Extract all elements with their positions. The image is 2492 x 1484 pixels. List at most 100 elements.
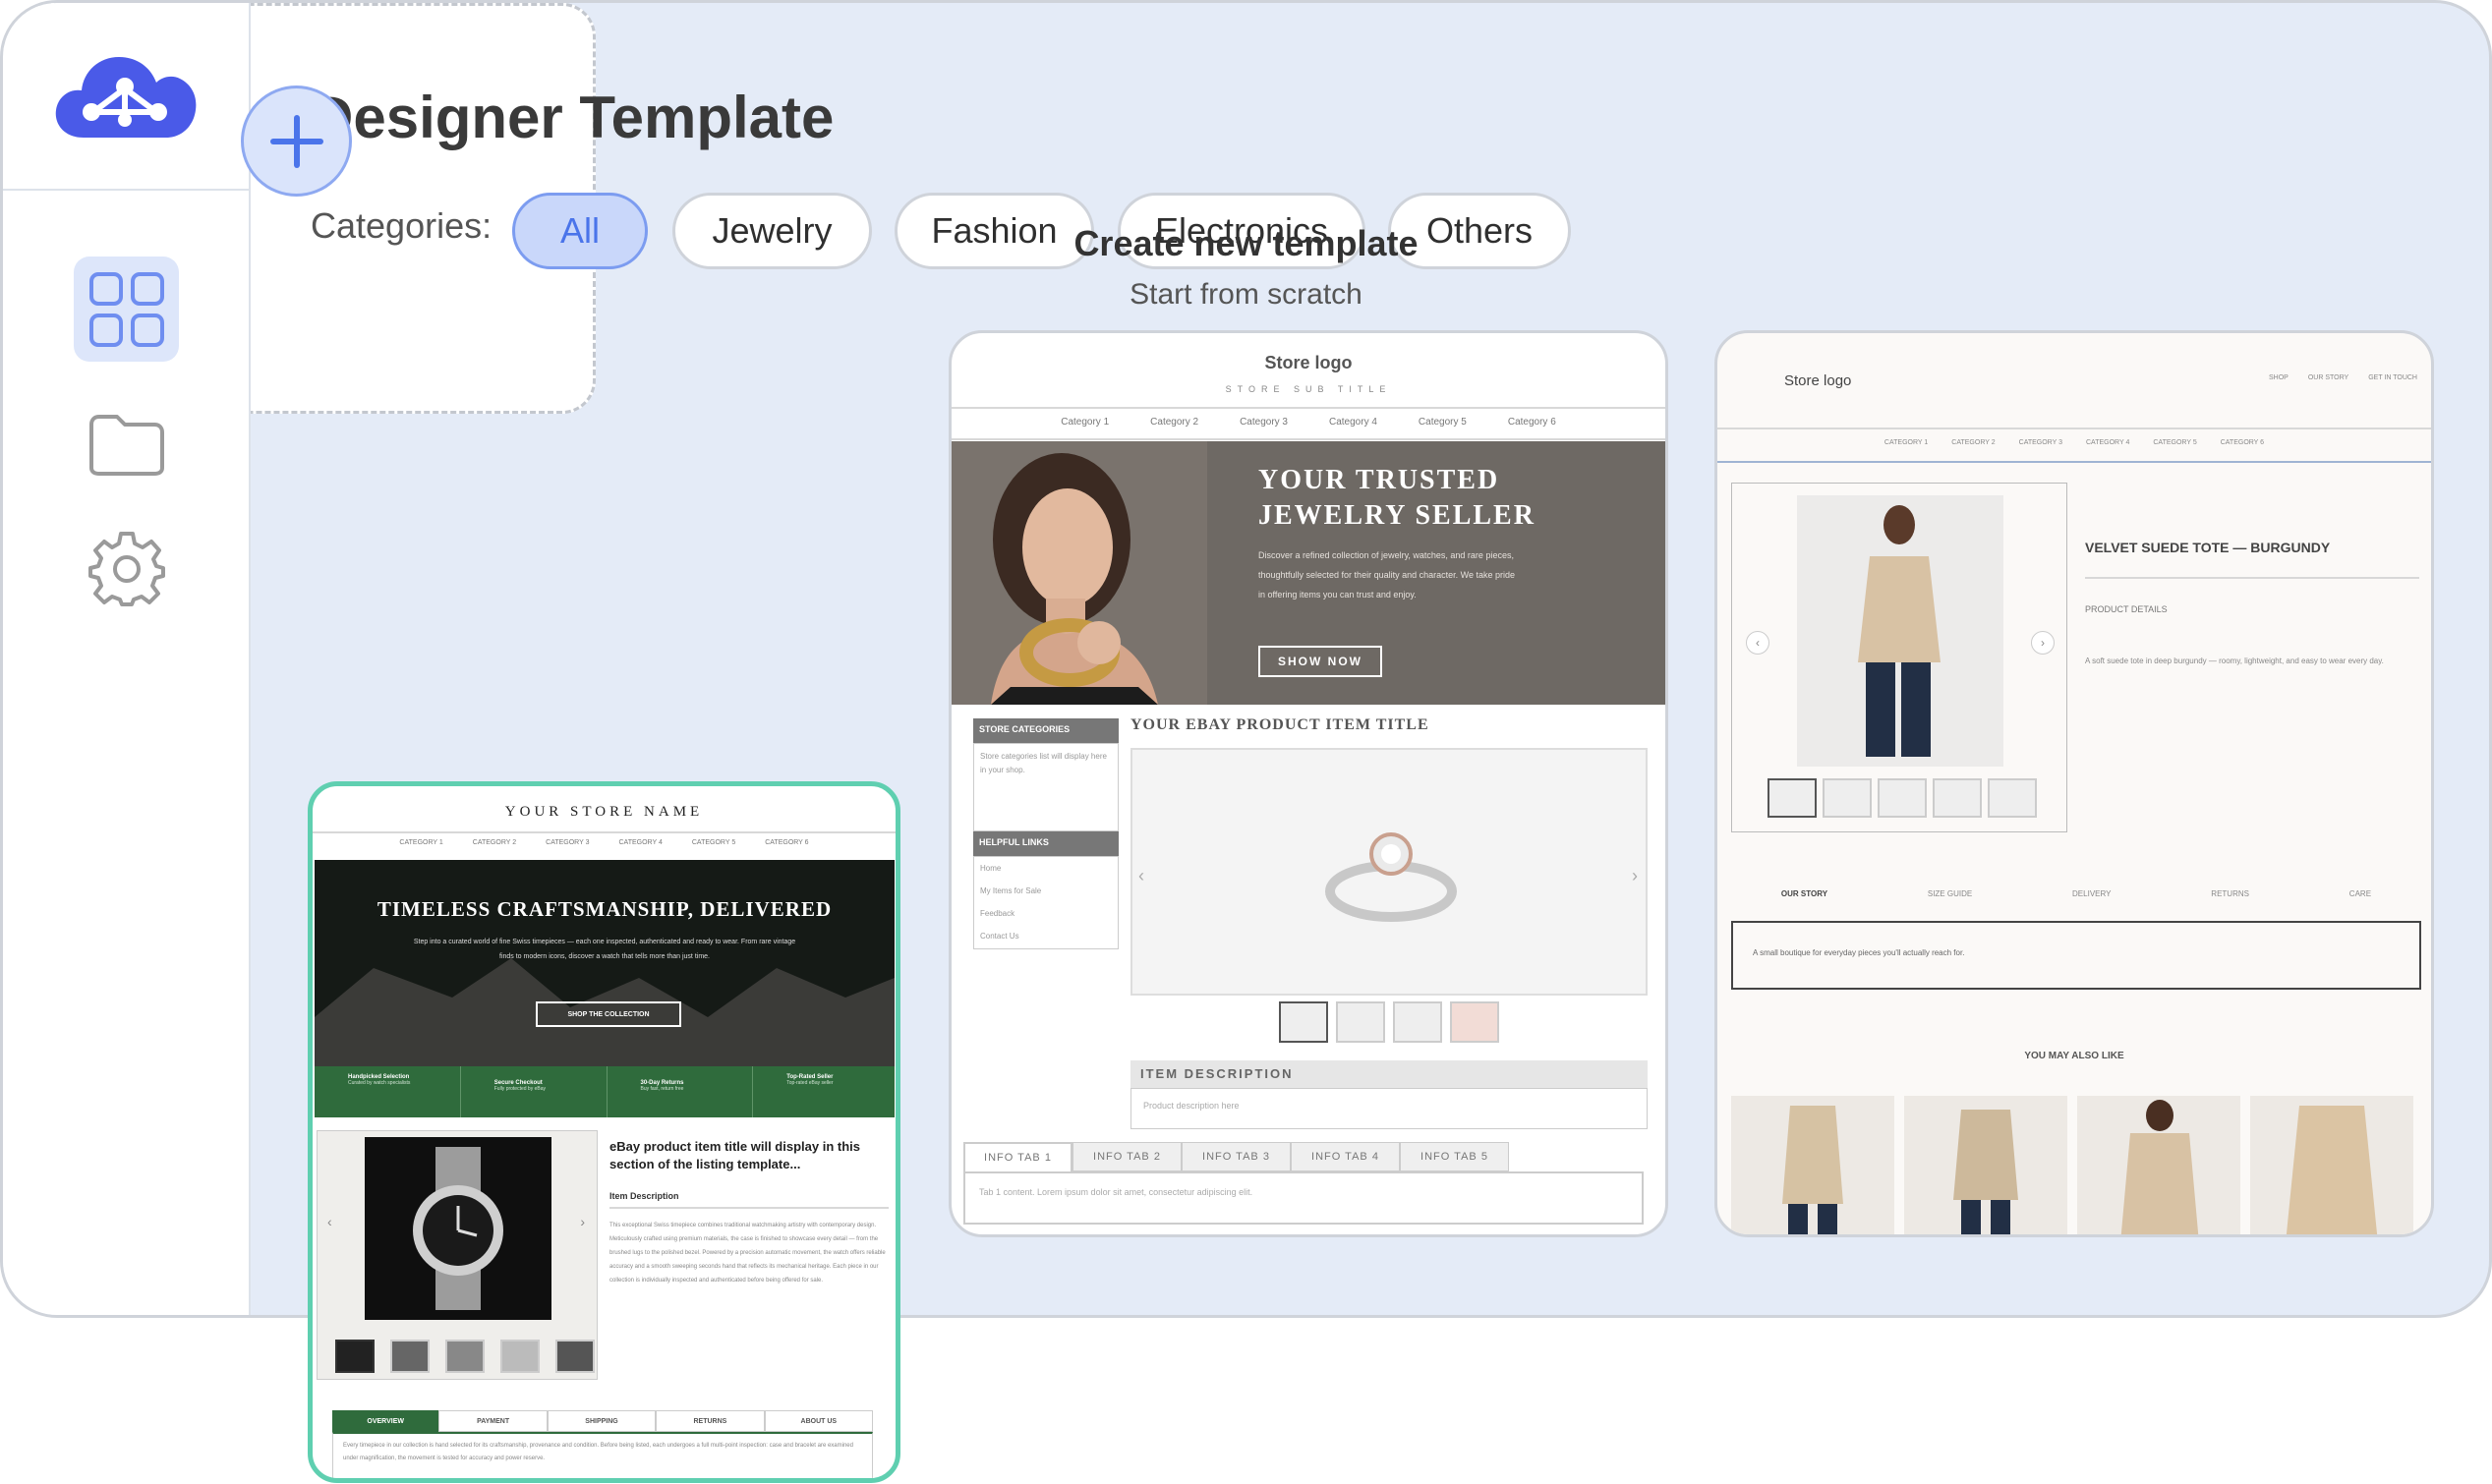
product-title: VELVET SUEDE TOTE — BURGUNDY — [2085, 540, 2331, 555]
hero-text: Step into a curated world of fine Swiss … — [413, 939, 796, 960]
features-strip: Handpicked Selection Curated by watch sp… — [315, 1066, 895, 1117]
carousel-next-icon[interactable]: › — [2031, 631, 2055, 655]
info-tabs: INFO TAB 1 INFO TAB 2 INFO TAB 3 INFO TA… — [963, 1142, 1509, 1171]
product-item-title: YOUR EBAY PRODUCT ITEM TITLE — [1130, 716, 1429, 733]
nav-item[interactable]: CATEGORY 3 — [546, 839, 589, 846]
nav-item[interactable]: Category 4 — [1329, 417, 1377, 428]
coat-image — [1953, 1110, 2018, 1234]
tab-delivery[interactable]: DELIVERY — [2072, 889, 2111, 898]
nav-item[interactable]: Category 5 — [1419, 417, 1467, 428]
tab-content: Every timepiece in our collection is han… — [332, 1432, 873, 1478]
nav-item[interactable]: Category 1 — [1061, 417, 1109, 428]
thumbnail[interactable] — [1768, 778, 1817, 818]
tab-size-guide[interactable]: SIZE GUIDE — [1928, 889, 1972, 898]
tab-info-1[interactable]: INFO TAB 1 — [963, 1142, 1072, 1171]
carousel-next-icon[interactable]: › — [1632, 866, 1638, 886]
thumbnail[interactable] — [1336, 1001, 1385, 1043]
nav-item[interactable]: CATEGORY 6 — [2221, 439, 2264, 446]
product-item-title: eBay product item title will display in … — [609, 1139, 860, 1171]
thumbnail[interactable] — [1450, 1001, 1499, 1043]
tab-returns[interactable]: RETURNS — [2211, 889, 2249, 898]
carousel-prev-icon[interactable]: ‹ — [1746, 631, 1769, 655]
shop-collection-button[interactable]: SHOP THE COLLECTION — [536, 1001, 681, 1027]
feature-item: Handpicked Selection Curated by watch sp… — [315, 1066, 461, 1117]
shop-now-button[interactable]: SHOW NOW — [1258, 646, 1382, 677]
product-suggestion[interactable] — [1904, 1096, 2067, 1234]
carousel-prev-icon[interactable]: ‹ — [1138, 866, 1144, 886]
header-link[interactable]: SHOP — [2269, 374, 2289, 381]
nav-item[interactable]: CATEGORY 2 — [1951, 439, 1995, 446]
tab-care[interactable]: CARE — [2349, 889, 2371, 898]
item-description-header: ITEM DESCRIPTION — [1130, 1060, 1648, 1088]
store-nav: Category 1 Category 2 Category 3 Categor… — [952, 417, 1665, 428]
tab-shipping[interactable]: SHIPPING — [547, 1410, 657, 1432]
nav-item[interactable]: CATEGORY 3 — [2019, 439, 2062, 446]
watch-image — [365, 1137, 551, 1320]
store-logo-text: Store logo — [1784, 372, 1852, 389]
tab-about-us[interactable]: ABOUT US — [764, 1410, 874, 1432]
tab-info-5[interactable]: INFO TAB 5 — [1400, 1142, 1509, 1171]
thumbnail[interactable] — [335, 1340, 375, 1373]
sidebar-item-folders[interactable] — [74, 392, 179, 497]
nav-item[interactable]: CATEGORY 5 — [692, 839, 735, 846]
page-title: Designer Template — [311, 85, 835, 150]
thumbnail[interactable] — [1823, 778, 1872, 818]
nav-item[interactable]: CATEGORY 4 — [2086, 439, 2129, 446]
tab-info-2[interactable]: INFO TAB 2 — [1072, 1142, 1182, 1171]
gear-icon — [87, 531, 165, 606]
feature-item: Top-Rated Seller Top-rated eBay seller — [786, 1074, 834, 1086]
store-logo-text: Store logo — [1264, 353, 1353, 372]
product-suggestion[interactable] — [1731, 1096, 1894, 1234]
thumbnail[interactable] — [1988, 778, 2037, 818]
store-name: YOUR STORE NAME — [504, 804, 704, 820]
carousel-next-icon[interactable]: › — [580, 1214, 585, 1229]
product-suggestion[interactable] — [2250, 1096, 2413, 1234]
tab-payment[interactable]: PAYMENT — [438, 1410, 548, 1432]
store-tagline: STORE SUB TITLE — [1225, 384, 1392, 394]
tab-overview[interactable]: OVERVIEW — [332, 1410, 439, 1432]
thumbnail[interactable] — [555, 1340, 595, 1373]
tab-info-3[interactable]: INFO TAB 3 — [1182, 1142, 1291, 1171]
tab-content: A small boutique for everyday pieces you… — [1731, 921, 2421, 990]
folder-icon — [88, 414, 164, 476]
template-card-jewelry[interactable]: Store logo STORE SUB TITLE Category 1 Ca… — [949, 330, 1668, 1237]
nav-item[interactable]: CATEGORY 2 — [473, 839, 516, 846]
item-description-text: This exceptional Swiss timepiece combine… — [609, 1223, 886, 1284]
store-categories-text: Store categories list will display here … — [973, 743, 1119, 831]
nav-item[interactable]: CATEGORY 6 — [765, 839, 808, 846]
thumbnail[interactable] — [1393, 1001, 1442, 1043]
add-template-button[interactable] — [241, 86, 352, 197]
thumbnail[interactable] — [1933, 778, 1982, 818]
thumbnail[interactable] — [390, 1340, 430, 1373]
also-like-heading: YOU MAY ALSO LIKE — [2024, 1051, 2124, 1061]
header-links: SHOP OUR STORY GET IN TOUCH — [2269, 374, 2417, 381]
template-card-fashion[interactable]: Store logo SHOP OUR STORY GET IN TOUCH C… — [1714, 330, 2434, 1237]
tab-returns[interactable]: RETURNS — [656, 1410, 765, 1432]
thumbnail[interactable] — [1279, 1001, 1328, 1043]
nav-item[interactable]: Category 3 — [1240, 417, 1288, 428]
tab-our-story[interactable]: OUR STORY — [1781, 889, 1827, 898]
nav-item[interactable]: CATEGORY 5 — [2153, 439, 2196, 446]
nav-item[interactable]: Category 6 — [1508, 417, 1556, 428]
nav-item[interactable]: Category 2 — [1150, 417, 1198, 428]
sidebar-item-settings[interactable] — [74, 515, 179, 620]
tab-info-4[interactable]: INFO TAB 4 — [1291, 1142, 1400, 1171]
model-image — [952, 441, 1207, 705]
nav-item[interactable]: CATEGORY 1 — [1884, 439, 1928, 446]
feature-item: Secure Checkout Fully protected by eBay — [461, 1066, 608, 1117]
nav-item[interactable]: CATEGORY 1 — [399, 839, 442, 846]
carousel-prev-icon[interactable]: ‹ — [327, 1214, 332, 1229]
thumbnail[interactable] — [500, 1340, 540, 1373]
header-link[interactable]: OUR STORY — [2308, 374, 2348, 381]
template-card-watch-selected[interactable]: YOUR STORE NAME CATEGORY 1 CATEGORY 2 CA… — [308, 781, 900, 1483]
thumbnail[interactable] — [445, 1340, 485, 1373]
link-item[interactable]: My Items for Sale — [980, 880, 1118, 902]
nav-item[interactable]: CATEGORY 4 — [619, 839, 663, 846]
link-item[interactable]: Contact Us — [980, 925, 1118, 947]
link-item[interactable]: Home — [980, 857, 1118, 880]
link-item[interactable]: Feedback — [980, 902, 1118, 925]
header-link[interactable]: GET IN TOUCH — [2368, 374, 2417, 381]
product-suggestion[interactable] — [2077, 1096, 2240, 1234]
store-nav: CATEGORY 1 CATEGORY 2 CATEGORY 3 CATEGOR… — [313, 839, 896, 846]
thumbnail[interactable] — [1878, 778, 1927, 818]
